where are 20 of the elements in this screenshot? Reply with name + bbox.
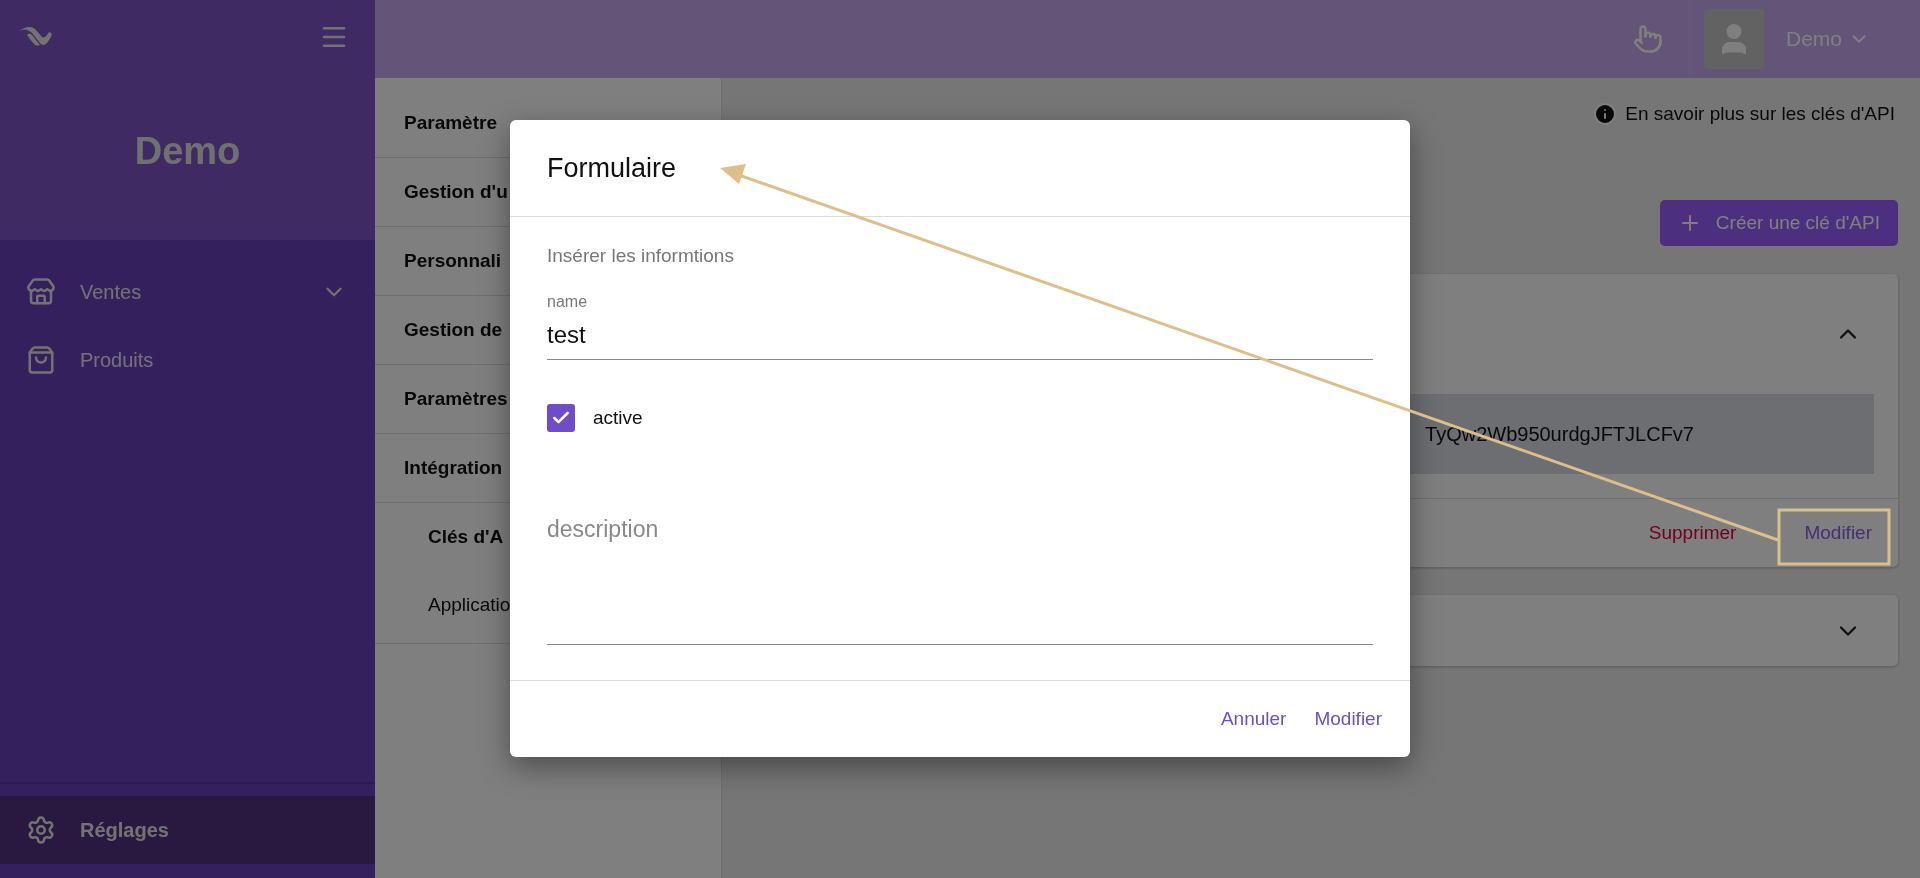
active-checkbox[interactable] [547, 404, 575, 432]
logo-icon [18, 25, 54, 49]
dialog-subtitle: Insérer les informtions [547, 245, 735, 267]
edit-button[interactable]: Modifier [1792, 514, 1884, 552]
create-key-button[interactable]: Créer une clé d'API [1659, 200, 1898, 246]
submit-button[interactable]: Modifier [1304, 700, 1392, 738]
store-icon [26, 277, 56, 307]
sidebar-title: Demo [133, 130, 242, 173]
delete-button[interactable]: Supprimer [1636, 514, 1749, 552]
name-field[interactable]: test [547, 311, 1373, 360]
settings-icon [26, 815, 56, 845]
sidebar-item[interactable]: Produits [0, 326, 375, 394]
info-icon [1593, 102, 1618, 126]
bag-icon [26, 345, 56, 375]
cancel-button[interactable]: Annuler [1210, 700, 1297, 738]
field-label: name [547, 293, 589, 311]
help-link[interactable]: En savoir plus sur les clés d'API [1593, 102, 1895, 126]
sidebar-item[interactable]: Ventes [0, 258, 375, 326]
checkbox-label: active [593, 407, 643, 429]
settings-item[interactable]: Réglages [0, 796, 375, 864]
